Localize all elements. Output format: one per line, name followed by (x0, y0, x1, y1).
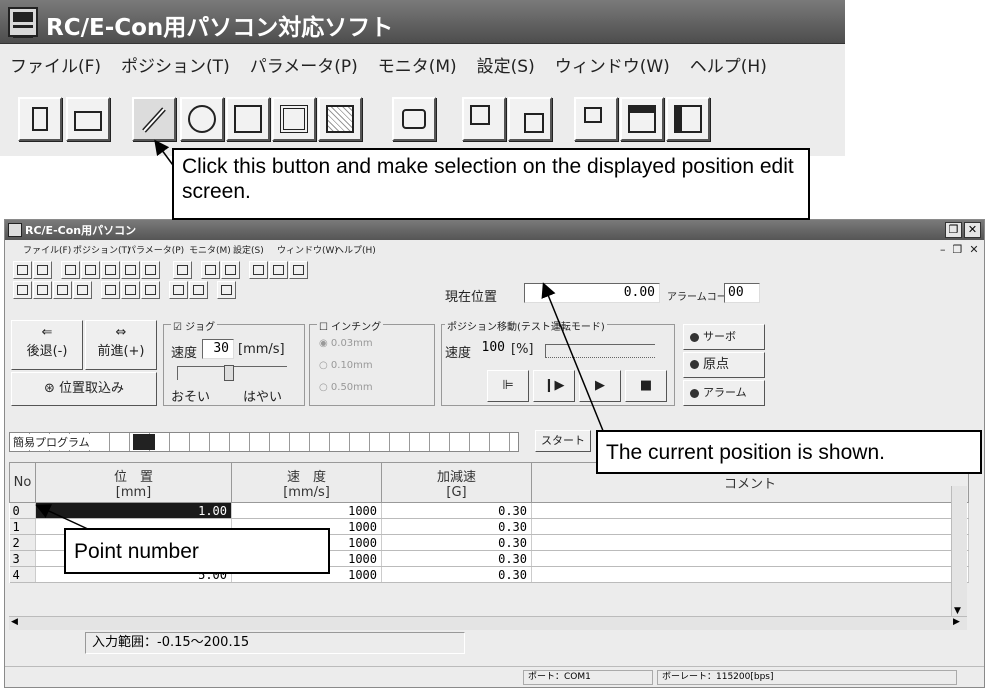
callout-button-hint: Click this button and make selection on … (172, 148, 810, 220)
callout-arrow-point (35, 504, 91, 531)
callout-arrow-position (541, 282, 611, 449)
annotation-arrows (35, 139, 611, 531)
callout-point-number: Point number (64, 528, 330, 574)
callout-current-position: The current position is shown. (596, 430, 982, 474)
